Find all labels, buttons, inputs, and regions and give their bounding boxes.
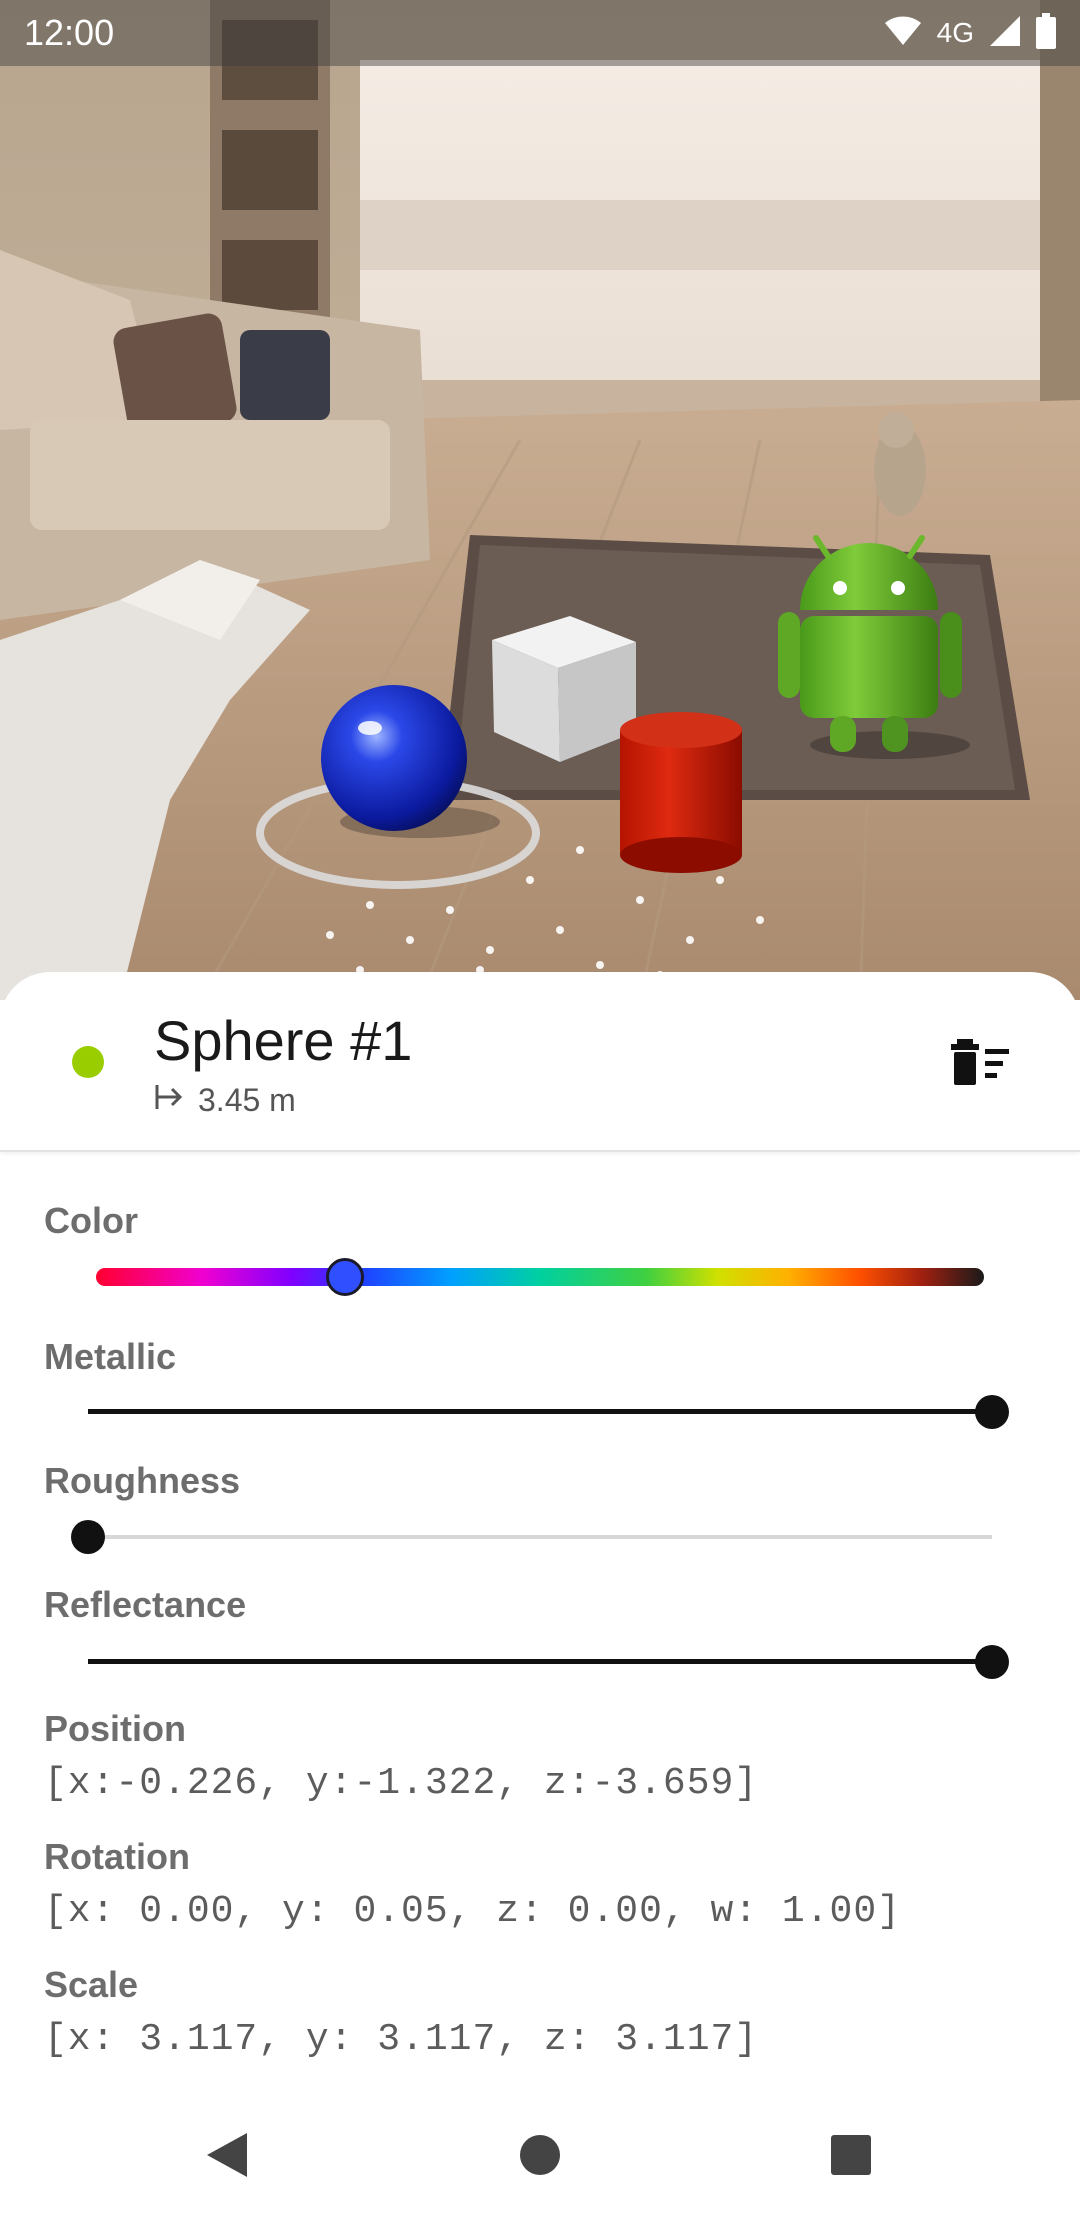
object-distance: 3.45 m — [198, 1082, 296, 1118]
rotation-label: Rotation — [44, 1836, 190, 1877]
metallic-label: Metallic — [44, 1336, 177, 1377]
object-status-indicator — [72, 1046, 104, 1078]
reflectance-label: Reflectance — [44, 1584, 247, 1625]
reflectance-track-fill — [88, 1659, 992, 1664]
nav-home-button[interactable] — [515, 2132, 565, 2182]
position-label: Position — [44, 1708, 186, 1749]
status-time: 12:00 — [24, 12, 115, 53]
recents-icon — [830, 2134, 872, 2181]
object-header: Sphere #1 3.45 m — [0, 972, 1080, 1152]
reflectance-slider-thumb[interactable] — [975, 1645, 1009, 1679]
reflectance-slider[interactable] — [88, 1642, 1009, 1682]
battery-icon — [1036, 12, 1056, 54]
color-label: Color — [44, 1200, 138, 1241]
nav-recents-button[interactable] — [826, 2132, 876, 2182]
roughness-slider-thumb[interactable] — [71, 1520, 105, 1554]
delete-sweep-icon — [951, 1038, 1011, 1092]
scale-value: [x: 3.117, y: 3.117, z: 3.117] — [44, 2018, 759, 2061]
object-title: Sphere #1 — [154, 1009, 413, 1072]
status-bar: 12:00 4G — [0, 0, 1080, 66]
wifi-icon — [883, 15, 923, 52]
home-icon — [518, 2133, 562, 2182]
distance-arrow-icon — [154, 1082, 184, 1119]
network-type: 4G — [936, 17, 974, 48]
ar-camera-view[interactable] — [0, 0, 1080, 1000]
navigation-bar — [0, 2098, 1080, 2220]
delete-objects-button[interactable] — [946, 1032, 1016, 1098]
object-properties-sheet: Sphere #1 3.45 m Color Metallic Roughnes… — [0, 972, 1080, 2220]
roughness-track — [88, 1535, 992, 1539]
nav-back-button[interactable] — [202, 2132, 252, 2182]
roughness-label: Roughness — [44, 1460, 241, 1501]
color-slider-thumb[interactable] — [325, 1258, 364, 1296]
scale-label: Scale — [44, 1964, 139, 2005]
metallic-track-fill — [88, 1409, 992, 1414]
back-icon — [205, 2131, 249, 2184]
distance-row: 3.45 m — [154, 1082, 296, 1119]
cell-signal-icon — [988, 14, 1022, 53]
metallic-slider-thumb[interactable] — [975, 1395, 1009, 1429]
position-value: [x:-0.226, y:-1.322, z:-3.659] — [44, 1762, 759, 1805]
status-icons: 4G — [883, 12, 1056, 54]
rotation-value: [x: 0.00, y: 0.05, z: 0.00, w: 1.00] — [44, 1890, 901, 1933]
color-slider[interactable] — [96, 1268, 984, 1286]
roughness-slider[interactable] — [71, 1517, 992, 1557]
metallic-slider[interactable] — [88, 1392, 1009, 1432]
